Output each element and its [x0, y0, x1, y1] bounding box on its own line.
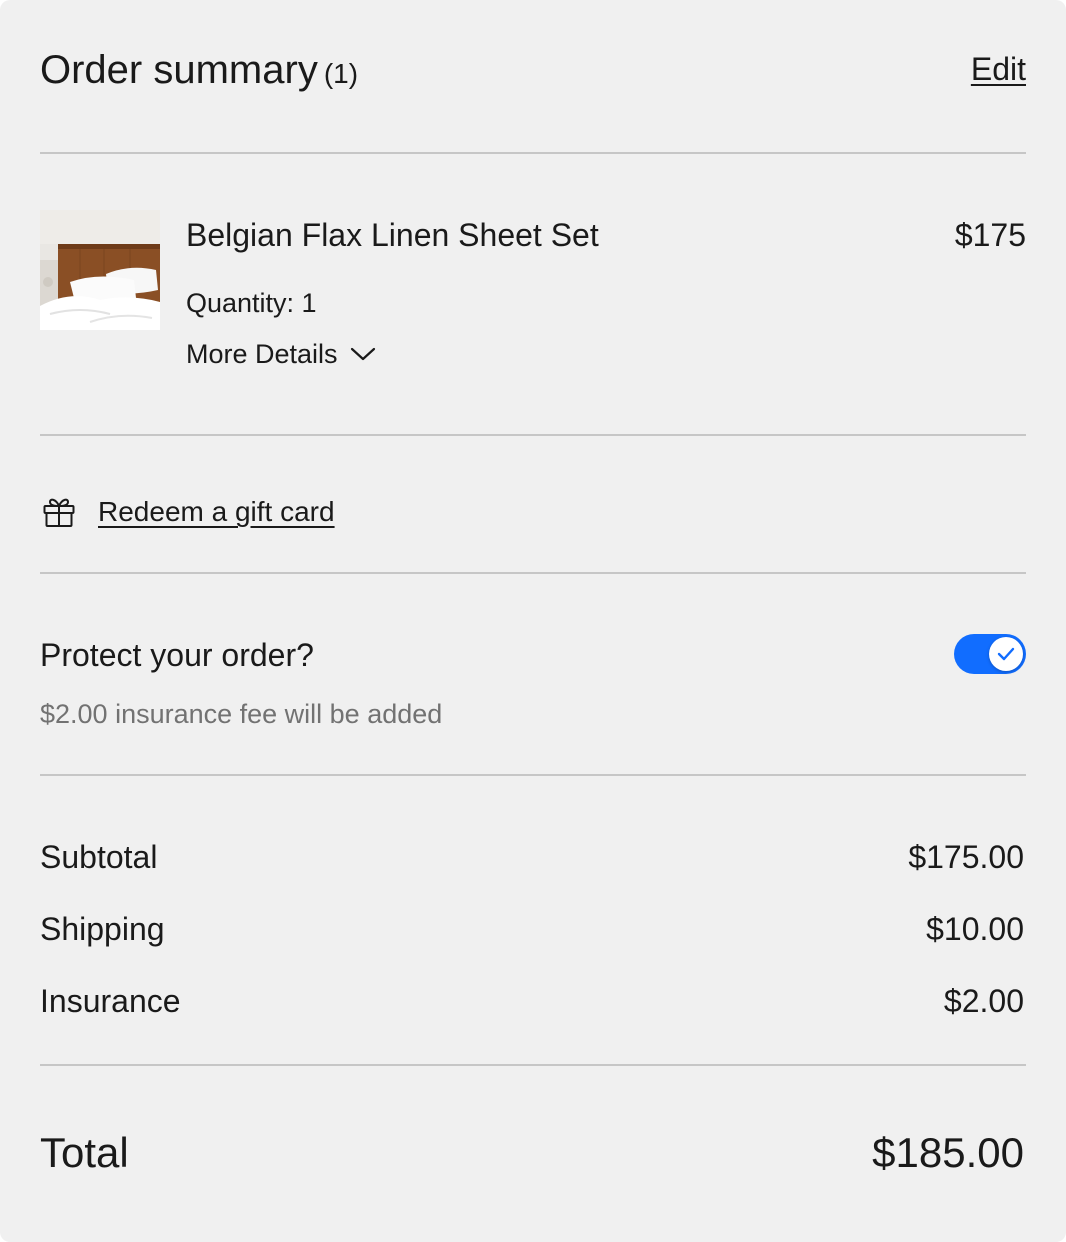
total-label: Total: [40, 1129, 129, 1176]
subtotal-value: $175.00: [908, 839, 1024, 875]
more-details-label: More Details: [186, 339, 338, 369]
insurance-fee-note: $2.00 insurance fee will be added: [40, 699, 443, 729]
toggle-knob: [989, 637, 1023, 671]
divider: [40, 1064, 1026, 1066]
redeem-gift-card[interactable]: Redeem a gift card: [42, 494, 335, 530]
edit-link[interactable]: Edit: [971, 48, 1026, 90]
divider: [40, 572, 1026, 574]
order-summary-panel: Order summary (1) Edit Belgian Flax Linen…: [0, 0, 1066, 1242]
insurance-label: Insurance: [40, 983, 181, 1019]
protect-order-toggle[interactable]: [954, 634, 1026, 674]
chevron-down-icon: [350, 347, 375, 361]
item-count: (1): [323, 58, 359, 89]
more-details-toggle[interactable]: More Details: [186, 336, 376, 372]
divider: [40, 434, 1026, 436]
product-name[interactable]: Belgian Flax Linen Sheet Set: [186, 214, 599, 256]
product-image: [40, 210, 160, 330]
check-icon: [997, 647, 1015, 661]
divider: [40, 774, 1026, 776]
protect-order-label: Protect your order?: [40, 637, 314, 673]
product-quantity: Quantity: 1: [186, 288, 317, 318]
order-summary-heading: Order summary: [40, 48, 318, 92]
product-price: $175: [954, 217, 1026, 253]
divider: [40, 152, 1026, 154]
total-value: $185.00: [872, 1129, 1024, 1176]
subtotal-label: Subtotal: [40, 839, 158, 875]
order-summary-title: Order summary (1): [40, 44, 358, 100]
product-thumbnail: [40, 210, 160, 330]
insurance-value: $2.00: [943, 983, 1024, 1019]
shipping-value: $10.00: [926, 911, 1024, 947]
gift-icon: [43, 498, 75, 527]
shipping-label: Shipping: [40, 911, 165, 947]
redeem-gift-card-link[interactable]: Redeem a gift card: [98, 494, 335, 530]
